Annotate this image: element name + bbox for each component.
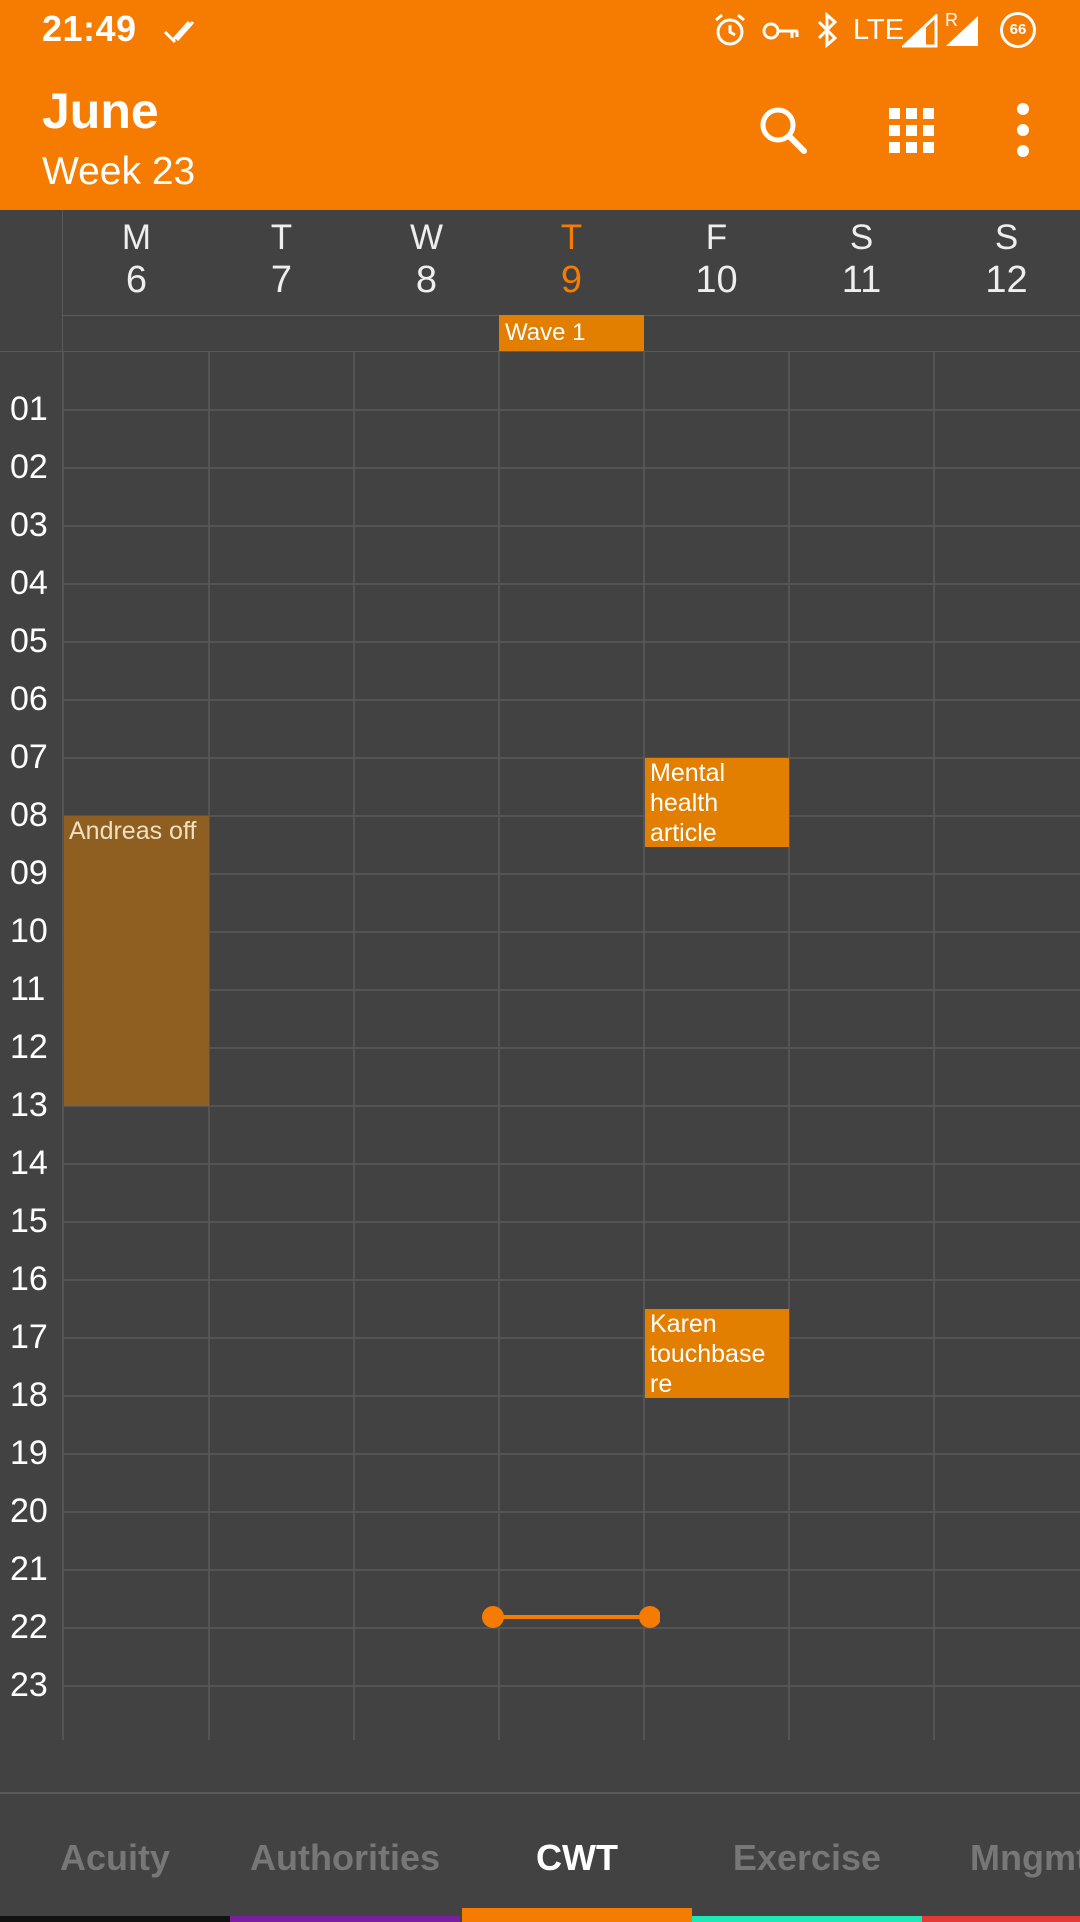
calendar-event[interactable]: Andreas off: [64, 816, 209, 1106]
more-vert-icon: [1017, 103, 1029, 157]
signal-roaming-icon: [946, 16, 978, 46]
hour-label: 22: [10, 1608, 48, 1646]
week-subtitle: Week 23: [42, 150, 196, 193]
month-title[interactable]: June: [42, 82, 159, 140]
day-letter: W: [409, 218, 444, 257]
day-number: 7: [270, 259, 293, 301]
day-letter: F: [705, 218, 728, 257]
tab-exercise[interactable]: Exercise: [692, 1794, 922, 1922]
tab-label: Mngmt: [970, 1837, 1080, 1878]
hour-label: 04: [10, 564, 48, 602]
event-title: Karen touchbase re SteerCo…: [650, 1310, 766, 1398]
app-bar: June Week 23: [0, 60, 1080, 210]
hour-label: 19: [10, 1434, 48, 1472]
vpn-key-icon: [762, 22, 799, 40]
apps-grid-icon: [889, 108, 934, 153]
event-title: Andreas off: [69, 817, 197, 845]
all-day-strip: Wave 1: [0, 315, 1080, 352]
hour-label: 03: [10, 506, 48, 544]
hour-label: 08: [10, 796, 48, 834]
day-number: 10: [695, 259, 738, 301]
view-switch-button[interactable]: [866, 85, 956, 175]
hour-label: 21: [10, 1550, 48, 1588]
calendar-event[interactable]: Mental health article: [645, 758, 789, 847]
hour-label: 11: [10, 970, 46, 1008]
day-column-header[interactable]: F 10: [644, 210, 789, 315]
header-divider: [62, 210, 63, 315]
week-grid[interactable]: 01 02 03 04 05 06 07 08 09 10 11 12 13 14 15 16 17 18 19 20…: [0, 352, 1080, 1740]
tab-color-bar: [922, 1916, 1080, 1922]
day-letter: S: [849, 218, 874, 257]
day-header: M 6 T 7 W 8 T 9 F 10 S 11 S 12: [0, 210, 1080, 315]
day-number: 12: [985, 259, 1028, 301]
day-letter: T: [270, 218, 293, 257]
day-number: 8: [415, 259, 438, 301]
hour-label: 17: [10, 1318, 48, 1356]
now-indicator: [482, 1606, 660, 1628]
day-number: 9: [560, 259, 583, 301]
event-title: Mental health article: [650, 759, 726, 847]
double-check-icon: [163, 21, 195, 44]
battery-indicator: 66: [1000, 12, 1036, 48]
day-column-header[interactable]: M 6: [64, 210, 209, 315]
hour-label: 18: [10, 1376, 48, 1414]
day-letter: S: [994, 218, 1019, 257]
day-column-header[interactable]: S 12: [934, 210, 1079, 315]
day-column-header-today[interactable]: T 9: [499, 210, 644, 315]
tab-label: Authorities: [249, 1837, 440, 1878]
hour-label: 02: [10, 448, 48, 486]
tab-color-bar: [0, 1916, 230, 1922]
tab-mngmt[interactable]: Mngmt: [922, 1794, 1080, 1922]
day-number: 6: [125, 259, 148, 301]
day-letter: M: [121, 218, 152, 257]
hour-label: 23: [10, 1666, 48, 1704]
status-time: 21:49: [42, 8, 137, 49]
day-column-header[interactable]: S 11: [789, 210, 934, 315]
hour-label: 07: [10, 738, 48, 776]
hour-label: 15: [10, 1202, 48, 1240]
status-bar: 21:49 LTE R 66: [0, 0, 1080, 60]
calendar-tab-bar: Acuity Authorities CWT Exercise Mngmt: [0, 1792, 1080, 1922]
hour-label: 06: [10, 680, 48, 718]
tab-color-bar: [230, 1916, 460, 1922]
hour-label: 01: [10, 390, 48, 428]
tab-acuity[interactable]: Acuity: [0, 1794, 230, 1922]
hour-label: 13: [10, 1086, 48, 1124]
hour-label: 16: [10, 1260, 48, 1298]
all-day-divider: [62, 315, 63, 352]
hour-label: 09: [10, 854, 48, 892]
day-column-header[interactable]: W 8: [354, 210, 499, 315]
all-day-event[interactable]: Wave 1: [499, 315, 644, 351]
hour-label: 10: [10, 912, 48, 950]
signal-icon: [902, 14, 938, 48]
tab-label: Acuity: [59, 1837, 171, 1878]
search-button[interactable]: [738, 85, 828, 175]
alarm-icon: [715, 13, 745, 46]
network-type: LTE: [853, 14, 905, 46]
hour-label: 12: [10, 1028, 48, 1066]
day-column-header[interactable]: T 7: [209, 210, 354, 315]
tab-label: CWT: [536, 1837, 618, 1878]
tab-color-bar: [692, 1916, 922, 1922]
hour-label: 14: [10, 1144, 48, 1182]
tab-label: Exercise: [732, 1837, 882, 1878]
tab-cwt[interactable]: CWT: [462, 1794, 692, 1922]
hour-label: 05: [10, 622, 48, 660]
search-icon: [760, 107, 807, 154]
day-number: 11: [841, 259, 882, 301]
tab-authorities[interactable]: Authorities: [230, 1794, 460, 1922]
overflow-menu-button[interactable]: [978, 85, 1068, 175]
bluetooth-icon: [817, 12, 838, 48]
hour-label: 20: [10, 1492, 48, 1530]
day-letter: T: [560, 218, 583, 257]
calendar-event[interactable]: Karen touchbase re SteerCo…: [645, 1309, 789, 1398]
